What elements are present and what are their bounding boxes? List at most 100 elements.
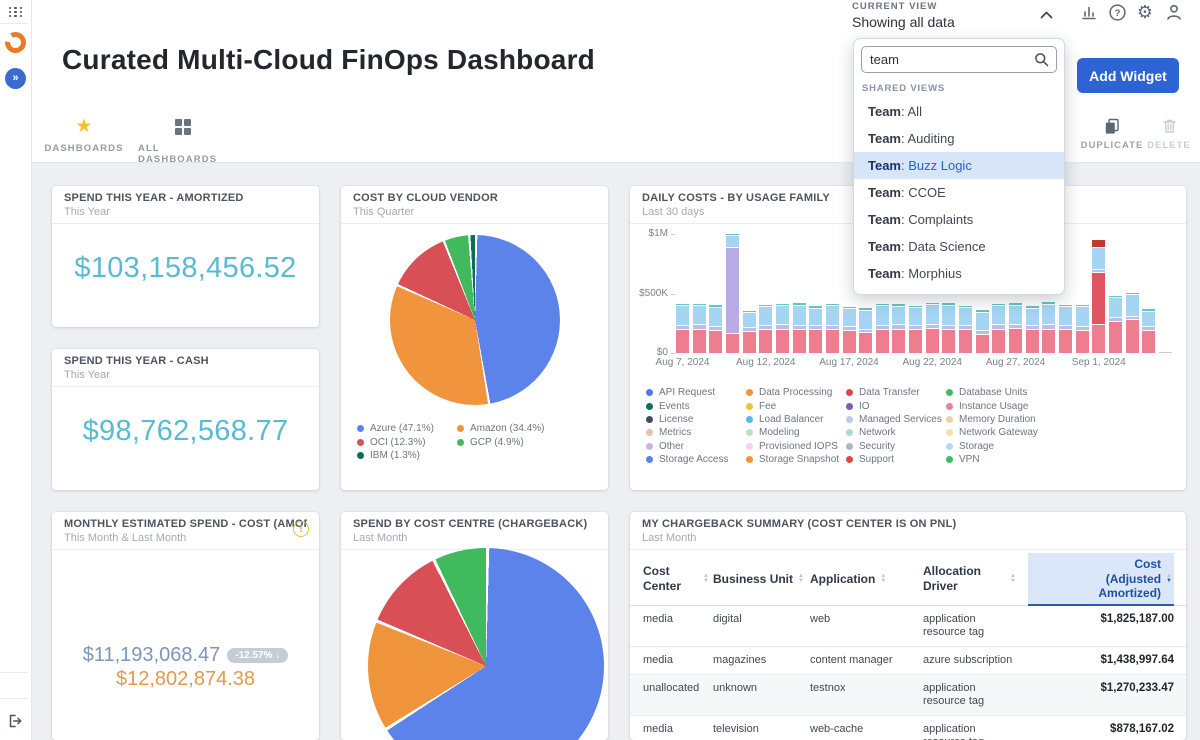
legend-item: Metrics	[646, 426, 746, 439]
bar-aug-11	[742, 310, 756, 353]
current-view-value: Showing all data	[852, 14, 955, 30]
duplicate-icon	[1105, 118, 1119, 134]
view-search-dropdown: SHARED VIEWS Team: AllTeam: AuditingTeam…	[853, 38, 1065, 295]
sidebar-expand-button[interactable]: »	[5, 68, 26, 89]
divider	[0, 672, 28, 673]
bar-sep-4	[1142, 309, 1156, 353]
view-option-all[interactable]: Team: All	[854, 98, 1064, 125]
legend-item: Managed Services	[846, 413, 946, 426]
divider	[0, 23, 28, 24]
widget-subtitle: Last Month	[353, 532, 408, 544]
legend-item: License	[646, 413, 746, 426]
legend-item: Provisioned IOPS	[746, 440, 846, 453]
tab-all-dashboards[interactable]: ALL DASHBOARDS	[138, 117, 228, 165]
legend-item: Data Transfer	[846, 386, 946, 399]
table-cell: content manager	[810, 653, 893, 666]
widget-cost-by-cloud-vendor: COST BY CLOUD VENDOR This Quarter Azure …	[341, 186, 608, 490]
help-icon[interactable]: ?	[1106, 2, 1128, 22]
table-cell: $1,438,997.64	[1100, 653, 1174, 666]
table-cell: application resource tag	[923, 681, 985, 707]
divider	[0, 698, 28, 699]
table-cell: television	[713, 722, 759, 735]
trash-icon	[1162, 119, 1176, 133]
current-view-selector[interactable]: CURRENT VIEW Showing all data	[852, 1, 955, 30]
table-header-cell[interactable]: Allocation Driver ▲ ▼	[923, 560, 1028, 597]
table-row: media magazines content manager azure subsc…	[630, 647, 1186, 675]
legend-item: GCP (4.9%)	[457, 435, 577, 448]
kpi-previous-value: $12,802,874.38	[115, 668, 256, 690]
table-header-cell[interactable]: Application ▲ ▼	[810, 568, 923, 591]
bar-aug-30	[1058, 304, 1072, 353]
table-row: media digital web application resource tag $…	[630, 606, 1186, 647]
legend-item: Support	[846, 453, 946, 466]
bar-aug-9	[709, 305, 723, 353]
legend-item: Data Processing	[746, 386, 846, 399]
chevron-up-icon[interactable]	[1040, 11, 1053, 19]
table-header-cell[interactable]: Business Unit ▲ ▼	[713, 568, 810, 591]
legend-item: Network Gateway	[946, 426, 1076, 439]
settings-gear-icon[interactable]: ⚙	[1134, 2, 1156, 22]
widget-subtitle: This Quarter	[353, 206, 415, 218]
logout-icon[interactable]	[7, 712, 25, 730]
sort-icon: ▲ ▼	[703, 573, 709, 584]
view-option-morphius[interactable]: Team: Morphius	[854, 260, 1064, 287]
view-option-auditing[interactable]: Team: Auditing	[854, 125, 1064, 152]
table-cell: media	[643, 722, 673, 735]
view-option-buzz-logic[interactable]: Team: Buzz Logic	[854, 152, 1064, 179]
bar-aug-10	[725, 233, 739, 353]
legend-item: Fee	[746, 399, 846, 412]
legend-item: Amazon (34.4%)	[457, 422, 577, 435]
bar-aug-16	[825, 304, 839, 353]
table-header-cell[interactable]: Cost Center ▲ ▼	[643, 560, 713, 597]
delete-button[interactable]: DELETE	[1134, 117, 1200, 151]
bar-aug-27	[1009, 303, 1022, 353]
y-axis-label: $500K	[639, 287, 668, 299]
bar-aug-8	[692, 303, 706, 353]
tab-dashboards[interactable]: ★ DASHBOARDS	[39, 117, 129, 154]
bar-aug-17	[842, 306, 856, 353]
add-widget-button[interactable]: Add Widget	[1077, 58, 1179, 93]
legend-item: Load Balancer	[746, 413, 846, 426]
bar-aug-19	[875, 303, 889, 353]
legend-item: Memory Duration	[946, 413, 1076, 426]
table-cell: application resource tag	[923, 722, 984, 740]
kpi-current-value: $11,193,068.47	[82, 644, 221, 666]
legend-usage-family: API Request Events License Metrics Other Stor…	[646, 386, 1076, 466]
x-axis-tick: Aug 17, 2024	[819, 357, 879, 368]
widget-title: MY CHARGEBACK SUMMARY (COST CENTER IS ON…	[642, 518, 957, 530]
widget-title: SPEND THIS YEAR - AMORTIZED	[64, 192, 244, 204]
widget-title: MONTHLY ESTIMATED SPEND - COST (AMORT...	[64, 518, 307, 530]
bar-sep-5	[1158, 351, 1172, 353]
user-icon[interactable]	[1163, 2, 1185, 22]
view-search-input[interactable]	[870, 52, 1030, 67]
legend-item: Instance Usage	[946, 399, 1076, 412]
view-search-box[interactable]	[861, 46, 1057, 73]
bar-aug-12	[759, 304, 773, 353]
view-option-complaints[interactable]: Team: Complaints	[854, 206, 1064, 233]
view-option-ccoe[interactable]: Team: CCOE	[854, 179, 1064, 206]
table-cell: application resource tag	[923, 612, 985, 638]
legend-item: IO	[846, 399, 946, 412]
warning-icon[interactable]: !	[293, 521, 309, 537]
star-icon: ★	[75, 116, 93, 137]
bar-aug-28	[1025, 306, 1039, 353]
chargeback-table: Cost Center ▲ ▼ Business Unit ▲ ▼ Application ▲…	[630, 553, 1186, 740]
view-options-list: Team: All Team: Auditing Team: Buzz Logic T…	[854, 98, 1064, 287]
legend-cloud-vendor: Azure (47.1%) OCI (12.3%) IBM (1.3%) Amazon…	[357, 422, 577, 462]
table-header-row: Cost Center ▲ ▼ Business Unit ▲ ▼ Application ▲…	[630, 553, 1186, 606]
app-launcher-button[interactable]	[6, 4, 26, 20]
bar-aug-26	[992, 303, 1006, 353]
view-option-data-science[interactable]: Team: Data Science	[854, 233, 1064, 260]
bar-aug-29	[1042, 302, 1056, 353]
change-badge: -12.57% ↓	[227, 648, 289, 663]
legend-item: Modeling	[746, 426, 846, 439]
bar-aug-15	[809, 306, 823, 353]
bar-aug-31	[1075, 304, 1089, 353]
legend-item: OCI (12.3%)	[357, 435, 457, 448]
table-header-cell[interactable]: Cost (Adjusted Amortized) ▲ ▼	[1028, 553, 1174, 606]
analytics-icon[interactable]	[1078, 2, 1100, 22]
table-cell: unallocated	[643, 681, 700, 694]
table-cell: azure subscription	[923, 653, 1013, 666]
cloudability-logo-icon	[5, 32, 26, 53]
sort-icon: ▲ ▼	[1166, 573, 1172, 584]
